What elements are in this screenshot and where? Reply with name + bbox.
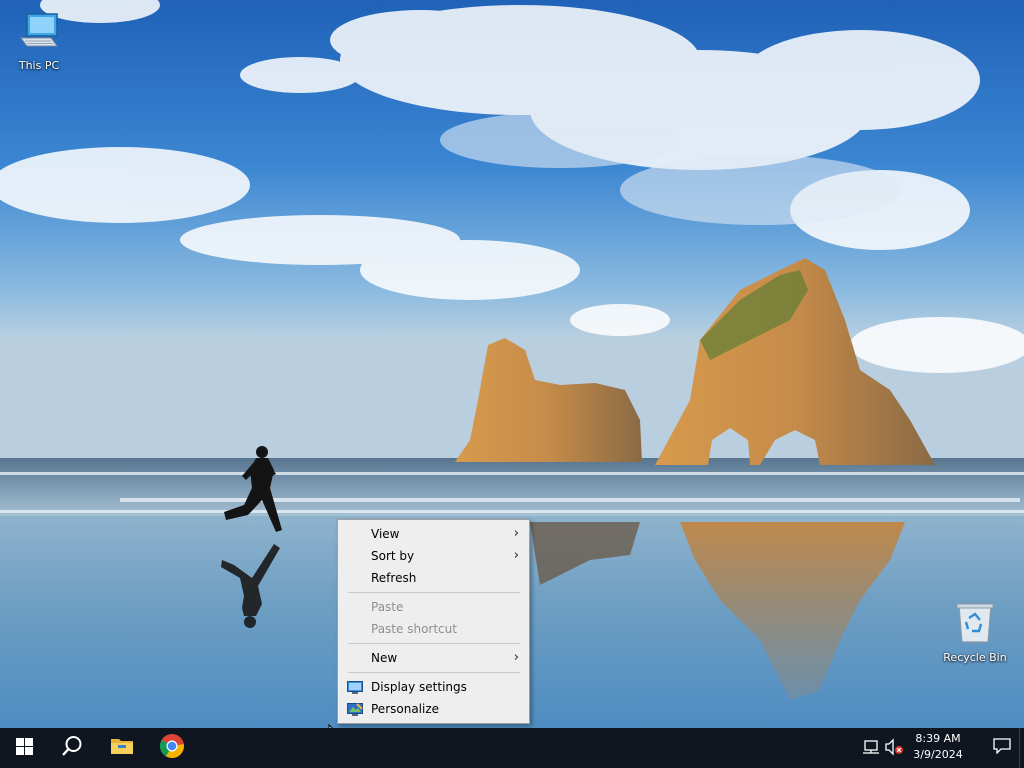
menu-item-display-settings[interactable]: Display settings: [338, 676, 529, 698]
menu-item-refresh[interactable]: Refresh: [338, 567, 529, 589]
menu-item-label: Paste shortcut: [371, 622, 457, 636]
menu-item-label: Display settings: [371, 680, 467, 694]
chrome-icon: [159, 733, 185, 763]
desktop-icon-recycle-bin[interactable]: Recycle Bin: [937, 600, 1013, 665]
personalize-icon: [347, 702, 363, 716]
desktop-icon-label: Recycle Bin: [943, 651, 1007, 664]
desktop-icon-label: This PC: [18, 59, 60, 72]
folder-icon: [110, 736, 134, 760]
taskbar: 8:39 AM 3/9/2024: [0, 728, 1024, 768]
menu-item-paste-shortcut: Paste shortcut: [338, 618, 529, 640]
chrome-button[interactable]: [148, 728, 196, 768]
recycle-bin-icon: [937, 600, 1013, 649]
menu-item-sort-by[interactable]: Sort by ›: [338, 545, 529, 567]
menu-item-label: Sort by: [371, 549, 415, 563]
menu-item-label: Personalize: [371, 702, 440, 716]
file-explorer-button[interactable]: [98, 728, 146, 768]
desktop-icon-this-pc[interactable]: This PC: [1, 10, 77, 73]
desktop-context-menu: View › Sort by › Refresh Paste Paste sho…: [337, 519, 530, 724]
menu-item-label: View: [371, 527, 400, 541]
action-center-button[interactable]: [980, 728, 1024, 768]
search-icon: [61, 735, 83, 761]
menu-item-label: Paste: [371, 600, 404, 614]
volume-muted-icon[interactable]: [884, 738, 904, 760]
menu-item-personalize[interactable]: Personalize: [338, 698, 529, 720]
menu-separator: [348, 672, 520, 673]
clock-time: 8:39 AM: [915, 732, 961, 745]
clock-date: 3/9/2024: [913, 748, 963, 761]
network-disconnected-icon[interactable]: [862, 738, 880, 760]
action-center-icon: [993, 738, 1011, 758]
windows-logo-icon: [15, 737, 33, 759]
chevron-right-icon: ›: [513, 526, 519, 541]
taskbar-clock[interactable]: 8:39 AM 3/9/2024: [904, 731, 972, 763]
show-desktop-button[interactable]: [1019, 728, 1024, 768]
menu-item-paste: Paste: [338, 596, 529, 618]
start-button[interactable]: [0, 728, 48, 768]
menu-item-new[interactable]: New ›: [338, 647, 529, 669]
chevron-right-icon: ›: [513, 548, 519, 563]
menu-item-label: Refresh: [371, 571, 417, 585]
menu-item-label: New: [371, 651, 398, 665]
chevron-right-icon: ›: [513, 650, 519, 665]
display-settings-icon: [347, 680, 363, 694]
menu-separator: [348, 643, 520, 644]
computer-icon: [1, 10, 77, 57]
menu-item-view[interactable]: View ›: [338, 523, 529, 545]
search-button[interactable]: [48, 728, 96, 768]
menu-separator: [348, 592, 520, 593]
